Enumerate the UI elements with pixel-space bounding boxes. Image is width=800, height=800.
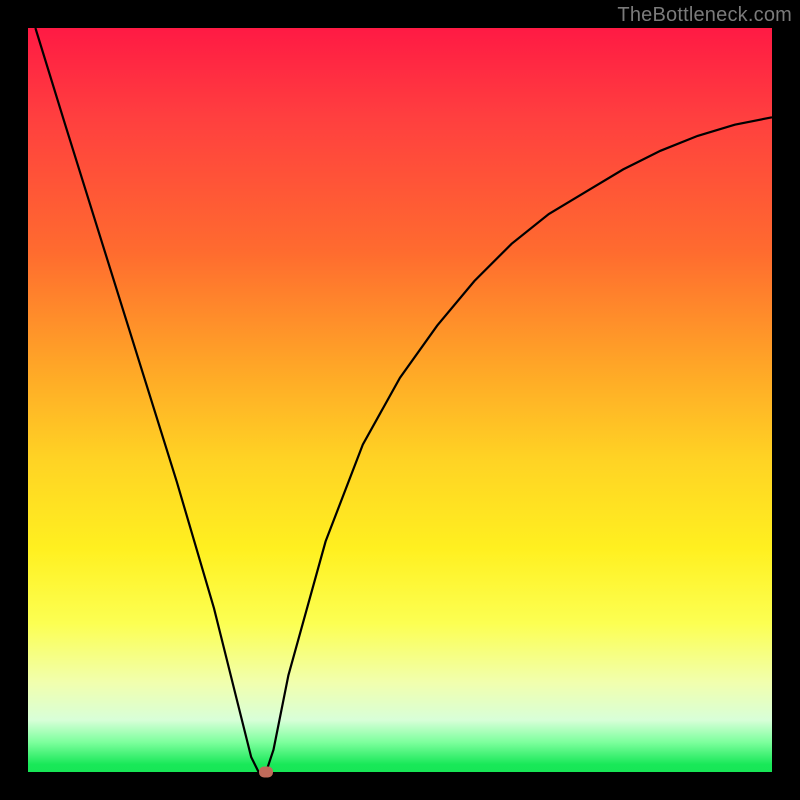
chart-frame: TheBottleneck.com bbox=[0, 0, 800, 800]
optimal-point-marker bbox=[259, 767, 273, 778]
watermark-text: TheBottleneck.com bbox=[617, 4, 792, 27]
curve-path bbox=[35, 28, 772, 772]
chart-plot-area bbox=[28, 28, 772, 772]
bottleneck-curve bbox=[28, 28, 772, 772]
